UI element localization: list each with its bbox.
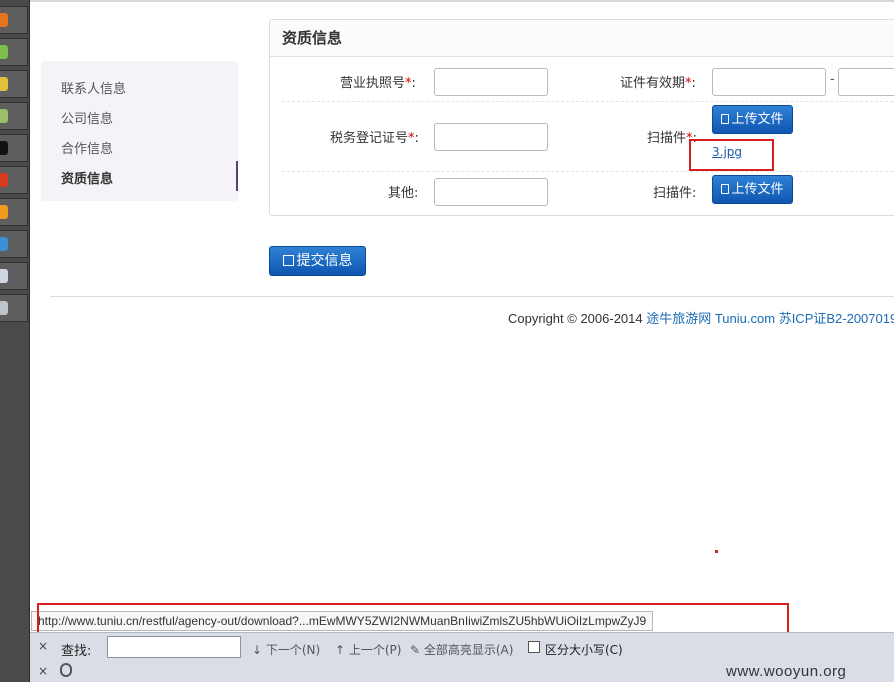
taskbar-blue-app-icon[interactable] — [0, 230, 28, 258]
active-menu-indicator — [236, 161, 238, 191]
find-next-button[interactable]: ↓ 下一个(N) — [252, 641, 320, 658]
os-taskbar — [0, 0, 30, 682]
taskbar-globe-icon[interactable] — [0, 294, 28, 322]
copyright-text: Copyright © 2006-2014 途牛旅游网 Tuniu.com 苏I… — [508, 308, 894, 327]
other-scan-label: 扫描件: — [653, 186, 697, 201]
row-divider — [282, 101, 894, 102]
watermark: www.wooyun.org — [726, 663, 847, 680]
taskbar-orange-app-icon[interactable] — [0, 198, 28, 226]
validity-label: 证件有效期*: — [620, 76, 696, 91]
footer-divider — [50, 296, 894, 297]
second-close-icon[interactable]: × — [38, 664, 48, 678]
panel-title: 资质信息 — [270, 20, 894, 57]
taskbar-window-icon[interactable] — [0, 38, 28, 66]
menu-item-contact[interactable]: 联系人信息 — [61, 78, 126, 97]
annotation-highlight-box — [689, 139, 774, 171]
other-upload-button[interactable]: 上传文件 — [712, 175, 793, 204]
annotation-dot — [715, 550, 718, 553]
license-number-input[interactable] — [434, 68, 548, 96]
menu-item-cooperation[interactable]: 合作信息 — [61, 138, 113, 157]
validity-separator: - — [830, 72, 835, 87]
tax-upload-button[interactable]: 上传文件 — [712, 105, 793, 134]
find-bar-close-icon[interactable]: × — [38, 639, 48, 653]
qualification-panel: 资质信息 营业执照号*: 证件有效期*: - 税务登记证号*: 扫描件*: 上传… — [269, 19, 894, 216]
validity-start-input[interactable] — [712, 68, 826, 96]
taskbar-folder-icon[interactable] — [0, 70, 28, 98]
find-input[interactable] — [107, 636, 241, 658]
row-divider — [282, 171, 894, 172]
match-case-label: 区分大小写(C) — [545, 643, 623, 657]
highlight-all-button[interactable]: ✎ 全部高亮显示(A) — [410, 641, 513, 658]
taskbar-firefox-icon[interactable] — [0, 6, 28, 34]
tax-label: 税务登记证号*: — [330, 131, 419, 146]
other-input[interactable] — [434, 178, 548, 206]
checkbox-icon — [282, 255, 294, 266]
icp-link[interactable]: 苏ICP证B2-2007019 — [779, 311, 894, 326]
tax-number-input[interactable] — [434, 123, 548, 151]
validity-end-input[interactable] — [838, 68, 894, 96]
side-menu: 联系人信息 公司信息 合作信息 资质信息 — [41, 61, 238, 201]
other-label: 其他: — [388, 186, 419, 201]
microphone-icon[interactable] — [60, 663, 72, 677]
find-label: 查找: — [61, 644, 92, 659]
taskbar-terminal-icon[interactable] — [0, 134, 28, 162]
file-icon — [721, 114, 730, 124]
site-name-link[interactable]: 途牛旅游网 Tuniu.com — [646, 311, 775, 326]
taskbar-notepad-icon[interactable] — [0, 262, 28, 290]
browser-top-edge — [30, 0, 894, 2]
file-icon — [721, 184, 730, 194]
taskbar-app-icon[interactable] — [0, 102, 28, 130]
menu-item-company[interactable]: 公司信息 — [61, 108, 113, 127]
find-prev-button[interactable]: ↑ 上一个(P) — [335, 641, 401, 658]
license-label: 营业执照号*: — [340, 76, 416, 91]
match-case-checkbox[interactable] — [528, 641, 540, 653]
menu-item-qualification[interactable]: 资质信息 — [61, 168, 113, 187]
submit-button[interactable]: 提交信息 — [269, 246, 366, 276]
taskbar-red-app-icon[interactable] — [0, 166, 28, 194]
